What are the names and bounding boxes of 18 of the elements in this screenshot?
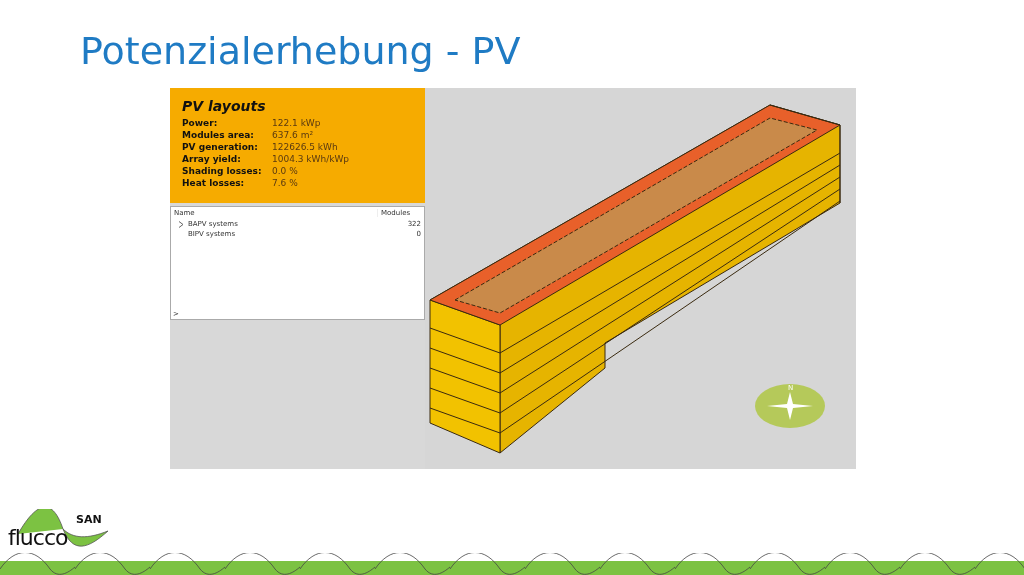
summary-title: PV layouts <box>182 98 267 114</box>
compass-icon <box>755 384 825 428</box>
summary-value: 122626.5 kWh <box>272 141 339 153</box>
logo-suffix: SAN <box>76 513 102 526</box>
chevron-icon[interactable] <box>178 220 184 228</box>
summary-label: Power: <box>182 117 219 129</box>
summary-value: 1004.3 kWh/kWp <box>272 153 351 165</box>
summary-label: Heat losses: <box>182 177 246 189</box>
summary-label: Array yield: <box>182 153 242 165</box>
summary-label: Shading losses: <box>182 165 263 177</box>
logo-wordmark: flucco <box>8 525 68 550</box>
summary-label: Modules area: <box>182 129 255 141</box>
summary-value: 637.6 m² <box>272 129 314 141</box>
summary-value: 122.1 kWp <box>272 117 322 129</box>
summary-value: 7.6 % <box>272 177 299 189</box>
summary-value: 0.0 % <box>272 165 299 177</box>
summary-label: PV generation: <box>182 141 259 153</box>
slide-title: Potenzialerhebung - PV <box>79 28 522 75</box>
